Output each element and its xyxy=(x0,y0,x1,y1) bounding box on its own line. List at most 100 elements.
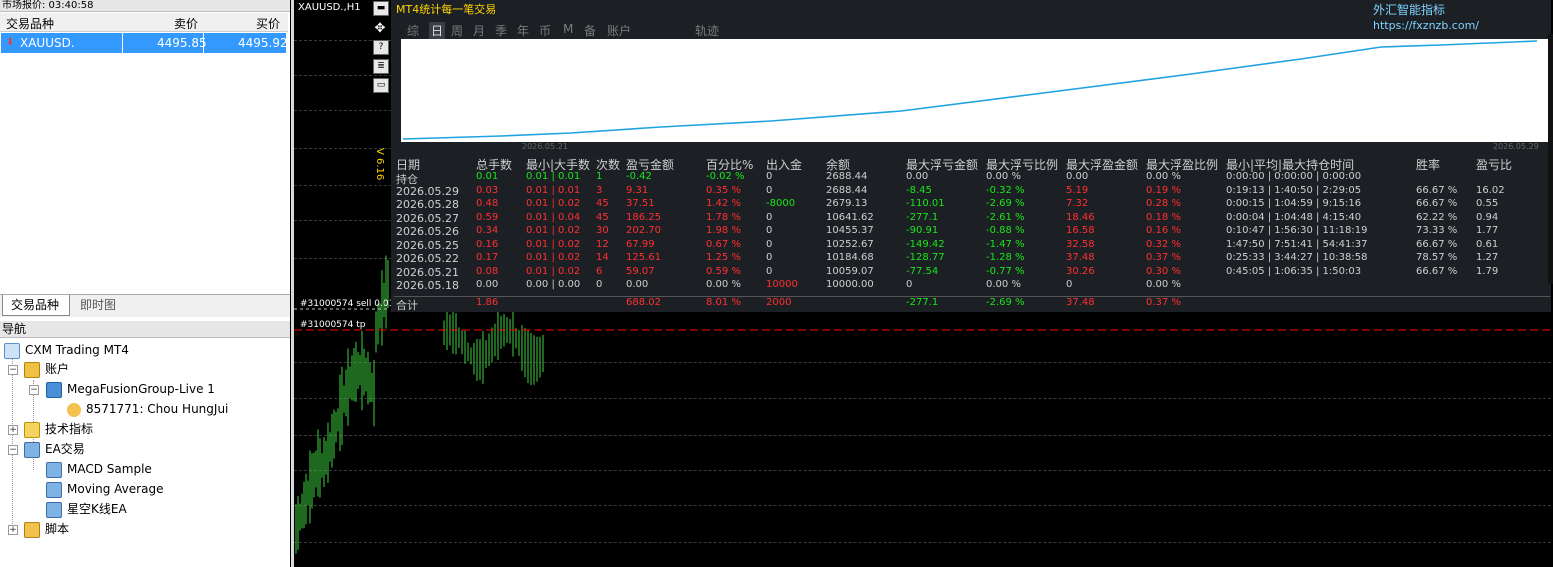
tree-ea-item[interactable]: MACD Sample xyxy=(46,460,152,478)
stats-cell: -1.28 % xyxy=(986,252,1025,263)
stats-cell: 125.61 xyxy=(626,252,661,263)
stats-cell: 0 xyxy=(906,279,913,290)
stats-cell: 0.67 % xyxy=(706,238,741,250)
collapse-icon[interactable]: − xyxy=(8,445,18,455)
stats-cell: 0.01 | 0.02 xyxy=(526,238,581,250)
stats-cell: 0.00 xyxy=(1066,171,1089,182)
stats-cell: 0.01 | 0.02 xyxy=(526,265,581,277)
period-tab[interactable]: 月 xyxy=(473,22,485,39)
user-icon xyxy=(67,402,81,417)
stats-cell: -2.61 % xyxy=(986,211,1025,223)
stats-cell: -149.42 xyxy=(906,238,945,250)
stats-cell: 14 xyxy=(596,252,609,263)
indicator-name: 外汇智能指标 xyxy=(1373,3,1446,17)
stats-cell: 0.19 % xyxy=(1146,184,1181,196)
stats-cell: 0.00 xyxy=(626,279,649,290)
collapse-icon[interactable]: − xyxy=(29,385,39,395)
expert-icon xyxy=(46,461,62,478)
tree-accounts[interactable]: 账户 xyxy=(24,360,69,378)
minimize-icon[interactable]: ▬ xyxy=(373,1,389,16)
tree-scripts[interactable]: 脚本 xyxy=(24,520,69,538)
stats-cell: 0.01 xyxy=(476,171,499,182)
tree-account-label: 8571771: Chou HungJui xyxy=(86,402,229,416)
collapse-icon[interactable]: − xyxy=(8,365,18,375)
indicator-url[interactable]: https://fxznzb.com/ xyxy=(1373,19,1479,32)
period-tab[interactable]: 币 xyxy=(539,22,551,39)
stats-cell: 37.48 xyxy=(1066,252,1095,263)
expand-icon[interactable]: + xyxy=(8,425,18,435)
period-tab[interactable]: 账户 xyxy=(607,22,631,39)
stats-cell: 10641.62 xyxy=(826,211,874,223)
expand-icon[interactable]: + xyxy=(8,525,18,535)
stats-cell: 32.58 xyxy=(1066,238,1095,250)
tree-account[interactable]: 8571771: Chou HungJui xyxy=(67,400,228,418)
stats-cell: 0.00 % xyxy=(986,279,1021,290)
stats-cell: 0.00 % xyxy=(1146,171,1181,182)
stats-cell: 0:25:33 | 3:44:27 | 10:38:58 xyxy=(1226,252,1368,263)
period-tab[interactable]: 轨迹 xyxy=(695,22,719,39)
stats-cell: 67.99 xyxy=(626,238,655,250)
help-icon[interactable]: ? xyxy=(373,40,389,55)
stats-cell: 186.25 xyxy=(626,211,661,223)
stats-cell: 66.67 % xyxy=(1416,238,1458,250)
stats-cell: 0.08 xyxy=(476,265,499,277)
stats-cell: -110.01 xyxy=(906,198,945,209)
stats-cell: -1.47 % xyxy=(986,238,1025,250)
period-tab[interactable]: 综 xyxy=(407,22,419,39)
col-ask-header[interactable]: 买价 xyxy=(256,15,280,32)
period-tab[interactable]: 季 xyxy=(495,22,507,39)
stats-cell: 0 xyxy=(766,184,773,196)
stats-row-date: 合计 xyxy=(396,299,418,312)
stats-cell: 0 xyxy=(1066,279,1073,290)
stats-cell: 202.70 xyxy=(626,225,661,236)
order-label-sell: #31000574 sell 0.01 xyxy=(300,299,395,309)
stats-cell: -2.69 % xyxy=(986,297,1025,308)
stats-cell: 0.00 % xyxy=(706,279,741,290)
stats-cell: 0.01 | 0.01 xyxy=(526,171,581,182)
stats-cell: 0 xyxy=(766,252,773,263)
period-tab[interactable]: 备 xyxy=(584,22,596,39)
period-tab[interactable]: M xyxy=(563,22,573,36)
stats-cell: 1.27 xyxy=(1476,252,1499,263)
move-icon[interactable]: ✥ xyxy=(373,22,387,36)
period-tab[interactable]: 年 xyxy=(517,22,529,39)
stats-row-date: 2026.05.25 xyxy=(396,238,459,252)
tree-root[interactable]: CXM Trading MT4 xyxy=(4,341,129,359)
tree-ea-item[interactable]: Moving Average xyxy=(46,480,163,498)
stats-cell: 37.48 xyxy=(1066,297,1095,308)
stats-cell: 12 xyxy=(596,238,609,250)
period-tab[interactable]: 周 xyxy=(451,22,463,39)
stats-cell: 8.01 % xyxy=(706,297,741,308)
stats-cell: 78.57 % xyxy=(1416,252,1458,263)
stats-cell: -128.77 xyxy=(906,252,945,263)
row-symbol: XAUUSD. xyxy=(20,36,75,50)
period-tab[interactable]: 日 xyxy=(429,22,446,39)
stats-cell: 0.61 xyxy=(1476,238,1499,250)
expert-icon xyxy=(24,441,40,458)
stats-cell: 0.37 % xyxy=(1146,297,1181,308)
stats-cell: 0:00:15 | 1:04:59 | 9:15:16 xyxy=(1226,198,1362,209)
tree-server[interactable]: MegaFusionGroup-Live 1 xyxy=(46,380,215,398)
settings-icon[interactable]: ≣ xyxy=(373,59,389,74)
stats-cell: 688.02 xyxy=(626,297,661,308)
stats-cell: 0.37 % xyxy=(1146,252,1181,263)
stats-cell: 1.42 % xyxy=(706,198,741,209)
col-bid-header[interactable]: 卖价 xyxy=(174,15,198,32)
tree-indicators[interactable]: 技术指标 xyxy=(24,420,93,438)
tree-ea-item[interactable]: 星空K线EA xyxy=(46,500,127,518)
tab-tick-chart[interactable]: 即时图 xyxy=(72,295,128,316)
market-watch-row[interactable]: ⬇ XAUUSD. 4495.85 4495.92 xyxy=(1,33,288,53)
scrollbar[interactable] xyxy=(1548,34,1553,284)
stats-cell: 0.55 xyxy=(1476,198,1499,209)
indicator-brand[interactable]: 外汇智能指标 https://fxznzb.com/ xyxy=(1373,1,1553,32)
tab-symbols[interactable]: 交易品种 xyxy=(2,295,70,316)
stats-cell: 66.67 % xyxy=(1416,198,1458,209)
tree-ea[interactable]: EA交易 xyxy=(24,440,85,458)
stats-cell: 1.77 xyxy=(1476,225,1499,236)
stats-cell: 0.59 xyxy=(476,211,499,223)
window-icon[interactable]: ▭ xyxy=(373,78,389,93)
server-icon xyxy=(46,381,62,398)
col-symbol-header[interactable]: 交易品种 xyxy=(6,15,54,32)
stats-cell: 0:00:00 | 0:00:00 | 0:00:00 xyxy=(1226,171,1362,182)
stats-cell: 37.51 xyxy=(626,198,655,209)
